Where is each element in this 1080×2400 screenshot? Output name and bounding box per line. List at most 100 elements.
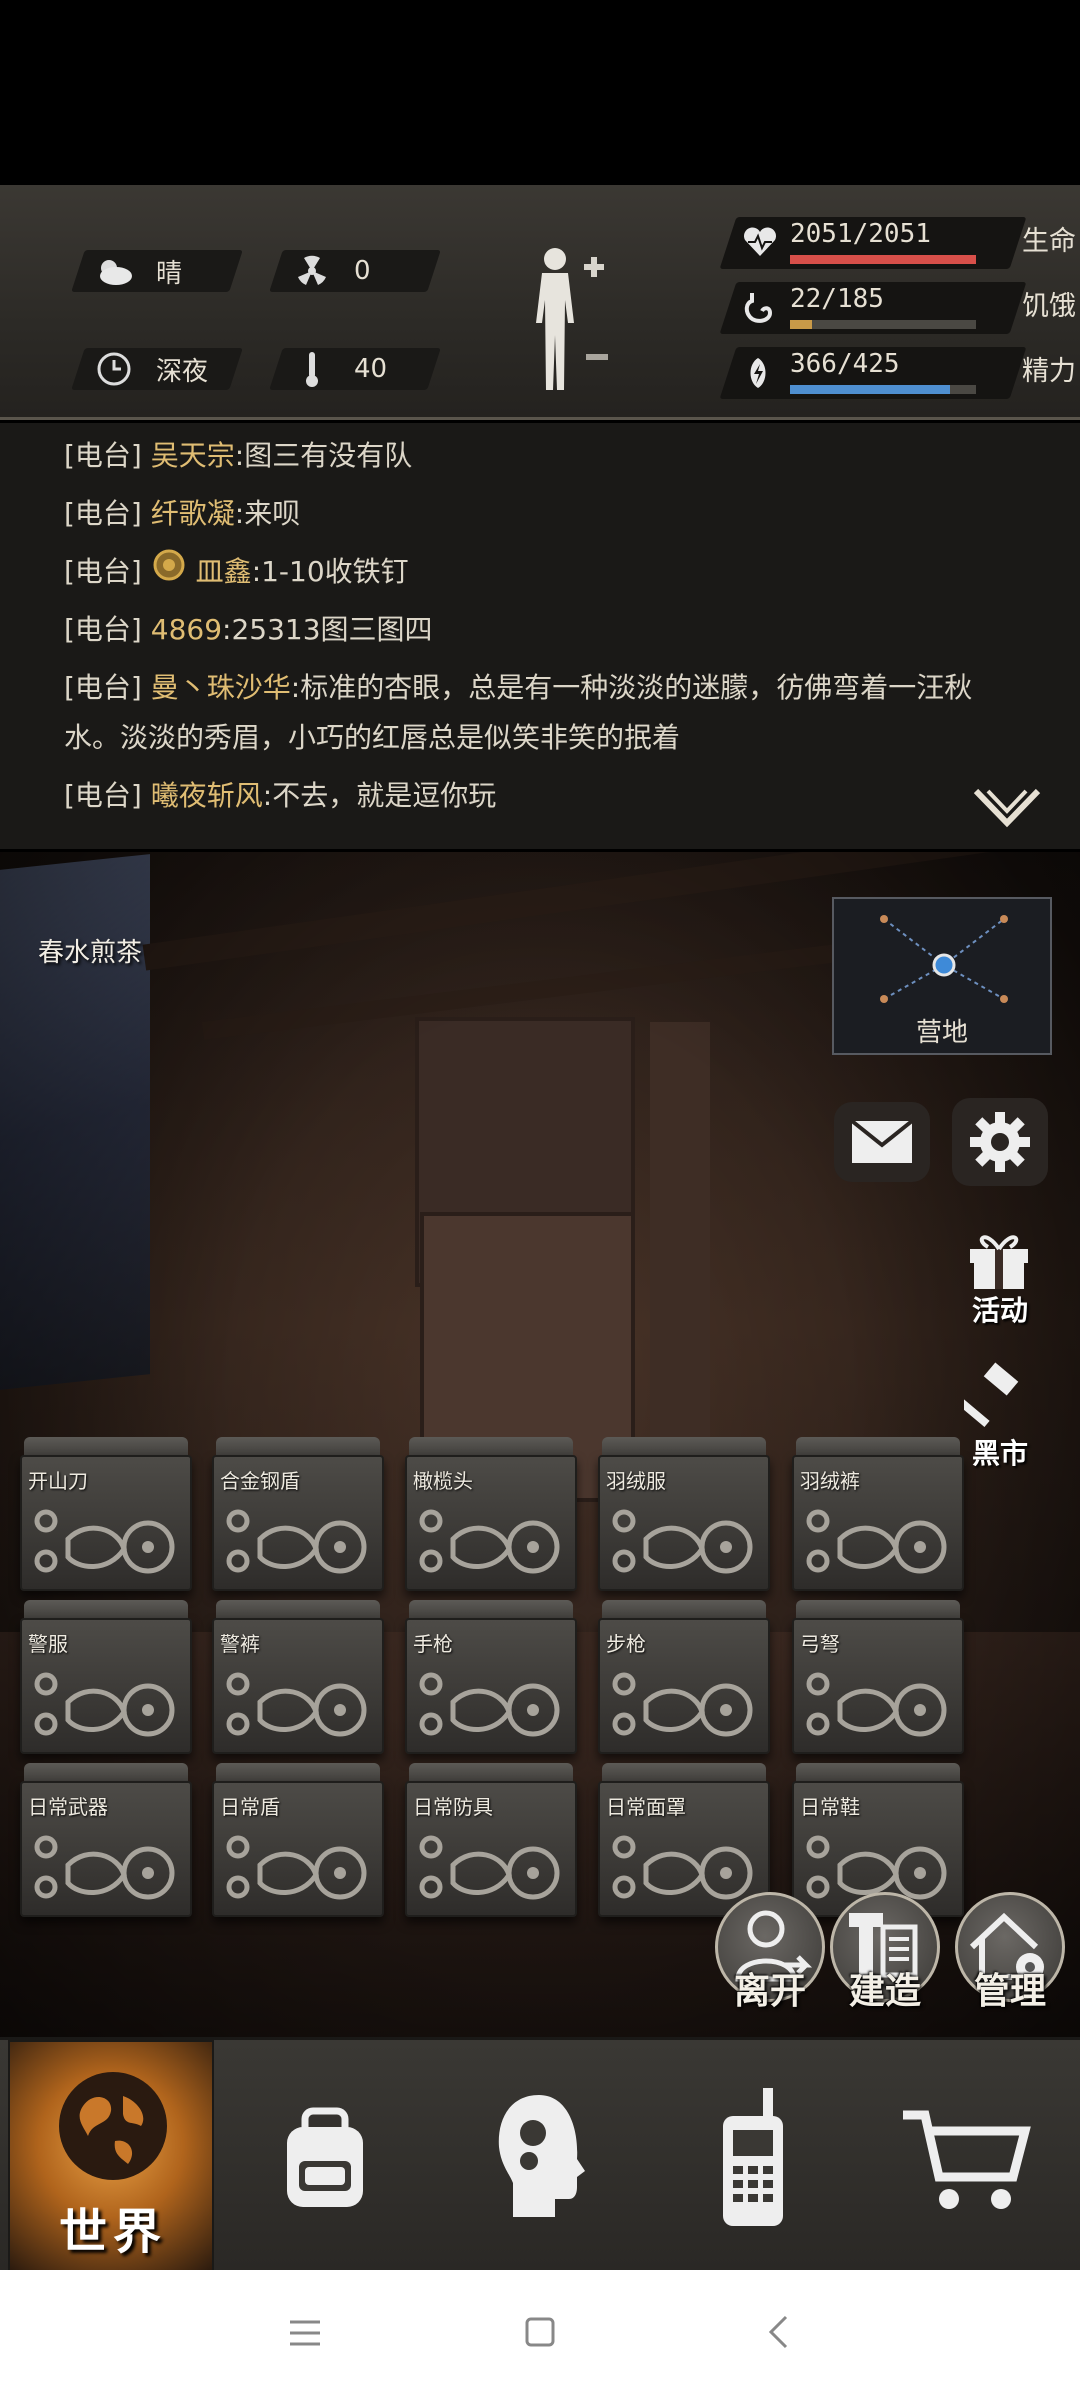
shelter-scene: 春水煎茶 营地 活动 黑市 开山刀 合金钢盾 橄榄头 羽绒服 羽绒裤 警服 警裤… [0,852,1080,2037]
chat-channel-tag: [电台] [64,439,142,472]
settings-button[interactable] [952,1098,1048,1186]
chat-text: 水。淡淡的秀眉，小巧的红唇总是似笑非笑的抿着 [64,721,681,754]
crate-label: 日常防具 [413,1795,493,1819]
crate-label: 日常武器 [28,1795,108,1819]
backpack-icon [287,2107,363,2207]
chat-message: [电台] 吴天宗:图三有没有队 [64,431,1024,481]
weather-text: 晴 [156,258,183,289]
chat-message: [电台] 曼丶珠沙华:标准的杏眼，总是有一种淡淡的迷朦，彷佛弯着一汪秋 [64,663,1024,713]
map-button[interactable]: 营地 [832,897,1052,1055]
storage-crate[interactable]: 羽绒服 [598,1437,770,1591]
nav-world[interactable]: 世界 [8,2040,214,2273]
nav-backpack[interactable] [222,2040,428,2273]
storage-crate[interactable]: 羽绒裤 [792,1437,964,1591]
chat-sender[interactable]: 吴天宗 [151,439,235,472]
mail-button[interactable] [834,1102,930,1182]
chat-text: :标准的杏眼，总是有一种淡淡的迷朦，彷佛弯着一汪秋 [290,671,973,704]
crate-label: 警裤 [220,1632,260,1656]
crate-label: 弓弩 [800,1632,840,1656]
nav-world-label: 世界 [58,2204,167,2260]
storage-crate[interactable]: 日常盾 [212,1763,384,1917]
chat-sender[interactable]: 曦夜斩风 [151,779,263,812]
chat-channel-tag: [电台] [64,555,142,588]
storage-crate[interactable]: 开山刀 [20,1437,192,1591]
chat-channel-tag: [电台] [64,613,142,646]
storage-crate[interactable]: 警裤 [212,1600,384,1754]
energy-bar: 366/425 精力 [719,347,1076,399]
radiation-indicator: 0 [269,250,441,292]
clock-icon [94,349,134,389]
walkie-talkie-icon [723,2087,783,2226]
radiation-value: 0 [354,256,371,286]
crate-label: 橄榄头 [413,1469,473,1493]
nav-skills[interactable] [436,2040,642,2273]
storage-crate[interactable]: 弓弩 [792,1600,964,1754]
chat-message: [电台] 皿鑫:1-10收铁钉 [64,547,1024,599]
chat-text: :25313图三图四 [222,613,433,646]
chat-sender[interactable]: 4869 [151,613,222,646]
storage-crate[interactable]: 日常武器 [20,1763,192,1917]
cloud-sun-icon [94,251,134,291]
home-icon[interactable] [524,2316,556,2352]
time-indicator: 深夜 [71,348,243,390]
build-label: 建造 [848,1971,921,2012]
chat-message-continuation: 水。淡淡的秀眉，小巧的红唇总是似笑非笑的抿着 [64,713,1024,763]
gear-mechanism-icon [34,1672,175,1737]
hunger-fill [790,320,813,329]
gear-mechanism-icon [806,1672,947,1737]
chat-expand-chevron-icon[interactable] [972,787,1042,839]
events-button[interactable]: 活动 [960,1227,1040,1327]
nav-shop[interactable] [864,2040,1070,2273]
storage-crate[interactable]: 手枪 [405,1600,577,1754]
temperature-value: 40 [354,354,388,384]
gear-mechanism-icon [34,1509,175,1574]
chat-text: :来呗 [234,497,301,530]
energy-value: 366/425 [790,349,900,379]
chat-channel-tag: [电台] [64,779,142,812]
menu-icon[interactable] [288,2318,322,2352]
storage-crate[interactable]: 步枪 [598,1600,770,1754]
hunger-bar: 22/185 饥饿 [719,282,1076,334]
crate-label: 羽绒裤 [800,1469,860,1493]
health-value: 2051/2051 [790,219,931,249]
chat-text: :不去，就是逗你玩 [262,779,497,812]
gear-icon [970,1112,1030,1172]
storage-crate[interactable]: 日常防具 [405,1763,577,1917]
chat-text: :1-10收铁钉 [251,555,409,588]
gear-mechanism-icon [226,1835,367,1900]
chat-sender[interactable]: 皿鑫 [196,555,252,588]
chat-text: :图三有没有队 [234,439,413,472]
crate-label: 警服 [28,1632,68,1656]
black-market-label: 黑市 [971,1437,1028,1470]
crate-label: 羽绒服 [606,1469,666,1493]
chat-sender[interactable]: 纤歌凝 [151,497,235,530]
character-figure[interactable] [520,245,620,395]
energy-label: 精力 [1022,356,1076,387]
chat-message: [电台] 曦夜斩风:不去，就是逗你玩 [64,771,1024,821]
storage-crate[interactable]: 警服 [20,1600,192,1754]
events-label: 活动 [971,1294,1028,1327]
hunger-value: 22/185 [790,284,884,314]
chat-sender[interactable]: 曼丶珠沙华 [151,671,291,704]
gear-mechanism-icon [34,1835,175,1900]
back-icon[interactable] [766,2314,790,2354]
energy-icon [742,356,774,394]
nav-radio[interactable] [650,2040,856,2273]
radiation-icon [292,251,332,291]
build-button[interactable]: 建造 [815,1892,955,2032]
crate-label: 日常盾 [220,1795,280,1819]
shop-cart-icon [903,2110,1031,2209]
black-market-button[interactable]: 黑市 [960,1362,1040,1472]
crate-label: 开山刀 [28,1469,88,1493]
health-track [790,255,976,264]
time-text: 深夜 [156,356,209,387]
map-icon [880,915,1008,1003]
storage-crate[interactable]: 橄榄头 [405,1437,577,1591]
chat-channel-tag: [电台] [64,671,142,704]
storage-crate[interactable]: 合金钢盾 [212,1437,384,1591]
manage-button[interactable]: 管理 [940,1892,1080,2032]
hunger-track [790,320,976,329]
radio-chat-panel[interactable]: [电台] 吴天宗:图三有没有队 [电台] 纤歌凝:来呗 [电台] 皿鑫:1-10… [0,423,1080,849]
chat-channel-tag: [电台] [64,497,142,530]
weather-indicator: 晴 [71,250,243,292]
